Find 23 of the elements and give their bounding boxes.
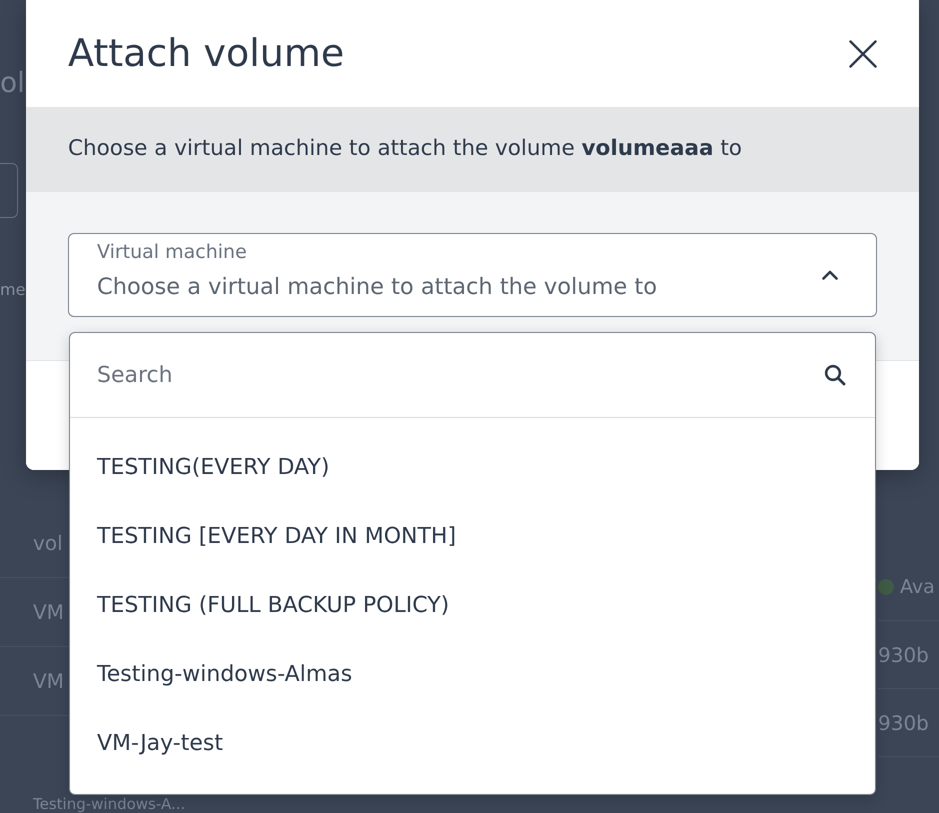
menu-option[interactable]: Testing-windows-Almas	[70, 640, 875, 709]
virtual-machine-select[interactable]: Virtual machine Choose a virtual machine to attach the volume to	[68, 233, 877, 317]
menu-option[interactable]: TESTING (FULL BACKUP POLICY)	[70, 571, 875, 640]
close-icon	[849, 40, 877, 68]
close-button[interactable]	[847, 38, 879, 70]
field-label: Virtual machine	[97, 241, 248, 263]
table-cell: VM	[33, 600, 64, 624]
table-cell: vol	[33, 531, 63, 555]
menu-option[interactable]: TESTING [EVERY DAY IN MONTH]	[70, 502, 875, 571]
page-heading: ol	[0, 65, 26, 101]
search-field[interactable]: Search	[97, 345, 808, 405]
status-text: Ava	[900, 574, 935, 598]
table-cell-text: Testing-windows-A...	[32, 796, 186, 813]
dialog-description: Choose a virtual machine to attach the volume volumeaaa to	[68, 135, 742, 164]
menu-option[interactable]: VM-Jay-test	[70, 709, 875, 778]
search-icon	[824, 364, 846, 386]
table-cell: 930b	[878, 710, 929, 734]
column-header: me	[0, 279, 26, 301]
dialog-title: Attach volume	[68, 30, 344, 76]
select-placeholder: Choose a virtual machine to attach the volume to	[97, 273, 658, 301]
table-cell: VM	[33, 669, 64, 693]
table-cell: 930b	[878, 642, 929, 666]
menu-option[interactable]: TESTING(EVERY DAY)	[70, 433, 875, 502]
